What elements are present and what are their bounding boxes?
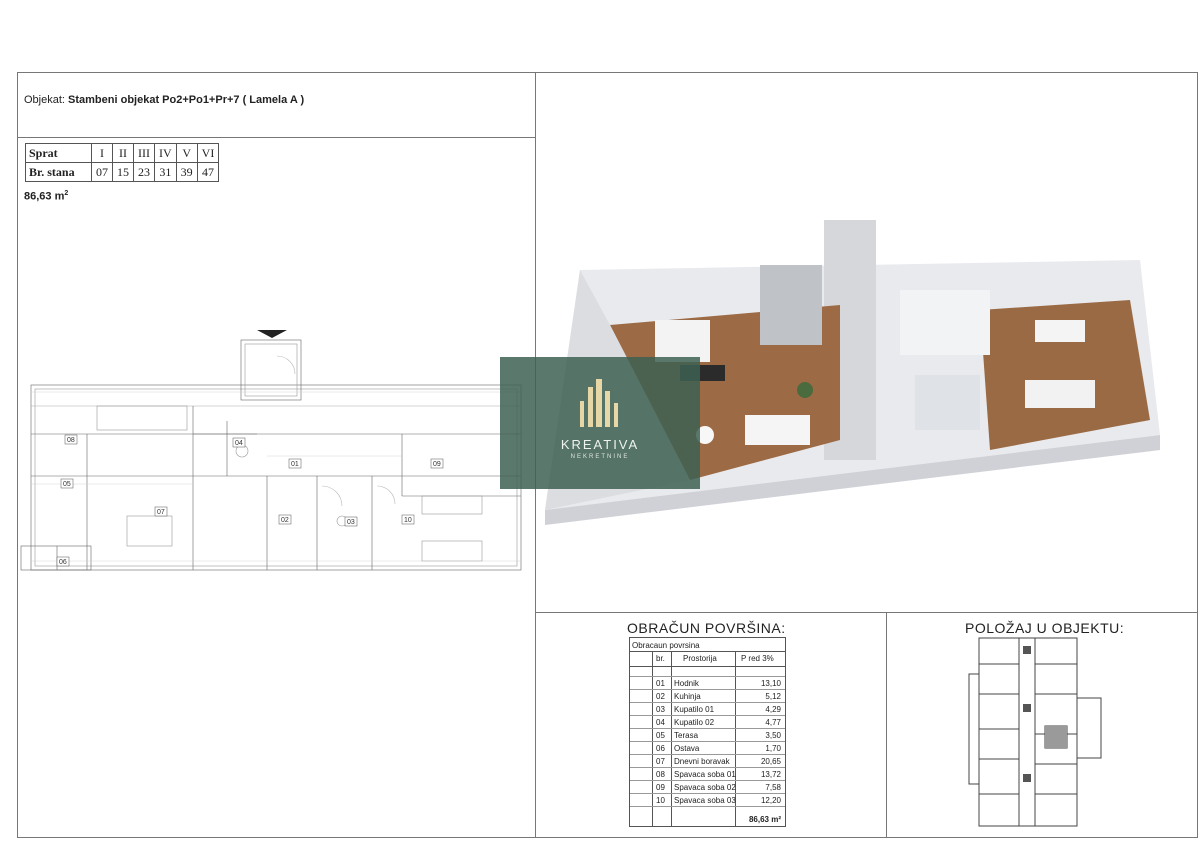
building-logo-icon (580, 379, 618, 427)
row-room: Kupatilo 01 (674, 705, 715, 714)
floor-row: Sprat I II III IV V VI (25, 143, 220, 163)
row-no: 09 (656, 783, 665, 792)
col-room: Prostorija (683, 654, 717, 663)
col-area: P red 3% (741, 654, 774, 663)
object-label: Objekat: (24, 94, 65, 106)
plan-label: 05 (63, 481, 71, 488)
row-no: 01 (656, 679, 665, 688)
sprat-label: Sprat (25, 143, 92, 163)
divider-bottom-mid (886, 612, 887, 838)
row-area: 1,70 (765, 744, 781, 753)
logo-name: KREATIVA (560, 437, 640, 452)
floor-cell: III (133, 143, 155, 163)
calc-row: 04 Kupatilo 02 4,77 (630, 715, 785, 729)
row-area: 4,29 (765, 705, 781, 714)
plan-label: 06 (59, 559, 67, 566)
calc-title: OBRAČUN POVRŠINA: (627, 620, 786, 636)
row-room: Kuhinja (674, 692, 701, 701)
watermark-logo: KREATIVA NEKRETNINE (500, 357, 700, 489)
floor-cell: V (175, 143, 198, 163)
col-br: br. (656, 654, 665, 663)
divider-bottom (535, 612, 1198, 613)
plan-label: 10 (404, 517, 412, 524)
object-title: Stambeni objekat Po2+Po1+Pr+7 ( Lamela A… (68, 94, 305, 106)
floor-cell: II (112, 143, 134, 163)
row-area: 13,10 (760, 679, 781, 688)
calc-total: 86,63 m² (748, 815, 781, 824)
stan-label: Br. stana (25, 162, 92, 182)
apartment-row: Br. stana 07 15 23 31 39 47 (25, 162, 220, 182)
calc-row: 08 Spavaca soba 01 13,72 (630, 767, 785, 781)
row-area: 12,20 (760, 796, 781, 805)
row-no: 04 (656, 718, 665, 727)
row-no: 06 (656, 744, 665, 753)
area-unit-sup: 2 (64, 190, 69, 197)
apartment-cell: 39 (175, 162, 198, 182)
row-room: Terasa (674, 731, 699, 740)
calc-row: 10 Spavaca soba 03 12,20 (630, 793, 785, 807)
apartment-cell: 07 (91, 162, 113, 182)
floor-table: Sprat I II III IV V VI Br. stana 07 15 2… (25, 143, 220, 182)
row-room: Hodnik (674, 679, 699, 688)
row-area: 3,50 (765, 731, 781, 740)
plan-label: 04 (235, 440, 243, 447)
apartment-cell: 31 (154, 162, 177, 182)
area-calc-table: Obracaun povrsina br. Prostorija P red 3… (629, 637, 786, 827)
calc-header: br. Prostorija P red 3% (630, 651, 785, 667)
apartment-cell: 23 (133, 162, 155, 182)
calc-caption: Obracaun povrsina (632, 641, 700, 650)
north-arrow-icon (257, 330, 287, 338)
calc-row: 03 Kupatilo 01 4,29 (630, 702, 785, 716)
floor-cell: I (91, 143, 113, 163)
row-room: Spavaca soba 01 (674, 770, 736, 779)
area-value: 86,63 m (24, 190, 65, 203)
row-room: Spavaca soba 02 (674, 783, 736, 792)
row-no: 02 (656, 692, 665, 701)
calc-row: 02 Kuhinja 5,12 (630, 689, 785, 703)
row-area: 7,58 (765, 783, 781, 792)
apartment-area: 86,63 m2 (24, 190, 68, 203)
apartment-cell: 47 (196, 162, 220, 182)
plan-label: 03 (347, 519, 355, 526)
row-area: 20,65 (760, 757, 781, 766)
calc-row: 06 Ostava 1,70 (630, 741, 785, 755)
plan-label: 01 (291, 461, 299, 468)
plan-label: 02 (281, 517, 289, 524)
plan-label: 09 (433, 461, 441, 468)
row-no: 03 (656, 705, 665, 714)
row-area: 13,72 (760, 770, 781, 779)
floor-cell: IV (154, 143, 177, 163)
row-room: Kupatilo 02 (674, 718, 715, 727)
building-position-plan (968, 637, 1102, 827)
plan-label: 07 (157, 509, 165, 516)
row-no: 05 (656, 731, 665, 740)
row-area: 5,12 (765, 692, 781, 701)
plan-label: 08 (67, 437, 75, 444)
row-no: 07 (656, 757, 665, 766)
floor-cell: VI (196, 143, 220, 163)
row-room: Dnevni boravak (674, 757, 730, 766)
highlighted-apartment (1045, 726, 1067, 748)
apartment-cell: 15 (112, 162, 134, 182)
row-no: 10 (656, 796, 665, 805)
calc-row: 05 Terasa 3,50 (630, 728, 785, 742)
row-no: 08 (656, 770, 665, 779)
row-room: Ostava (674, 744, 700, 753)
calc-row: 01 Hodnik 13,10 (630, 676, 785, 690)
row-room: Spavaca soba 03 (674, 796, 736, 805)
calc-row: 09 Spavaca soba 02 7,58 (630, 780, 785, 794)
logo-subtitle: NEKRETNINE (570, 454, 630, 460)
floor-plan: 08 05 06 07 04 01 02 03 09 10 (20, 330, 522, 571)
object-header: Objekat: Stambeni objekat Po2+Po1+Pr+7 (… (24, 94, 304, 106)
divider-header (17, 137, 536, 138)
calc-row: 07 Dnevni boravak 20,65 (630, 754, 785, 768)
row-area: 4,77 (765, 718, 781, 727)
